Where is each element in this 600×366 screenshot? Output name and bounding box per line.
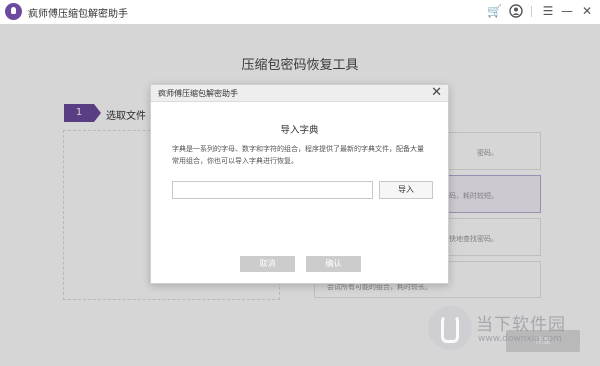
user-icon[interactable] [509, 4, 523, 18]
app-logo-icon [5, 3, 22, 20]
dialog-header: 疯师傅压缩包解密助手 ✕ [151, 85, 448, 102]
dialog-title: 疯师傅压缩包解密助手 [158, 89, 238, 98]
watermark-text: 当下软件园 [476, 315, 566, 335]
cancel-button[interactable]: 取消 [240, 256, 295, 272]
title-bar: 疯师傅压缩包解密助手 🛒 ☰ — ✕ [0, 0, 600, 24]
watermark-logo-icon [428, 306, 472, 350]
dialog-close-icon[interactable]: ✕ [431, 85, 442, 101]
app-title: 疯师傅压缩包解密助手 [28, 9, 128, 20]
dialog-heading: 导入字典 [280, 125, 319, 136]
import-dictionary-dialog: 疯师傅压缩包解密助手 ✕ 导入字典 字典是一系列的字母、数字和字符的组合，程序提… [150, 84, 449, 284]
dialog-description: 字典是一系列的字母、数字和字符的组合，程序提供了最新的字典文件，配备大量常用组合… [172, 145, 424, 165]
watermark: 当下软件园 www.downxia.com [428, 306, 598, 362]
import-button[interactable]: 导入 [379, 181, 433, 199]
menu-icon[interactable]: ☰ [541, 4, 555, 18]
watermark-url: www.downxia.com [478, 334, 562, 344]
close-icon[interactable]: ✕ [580, 4, 594, 18]
confirm-button[interactable]: 确认 [306, 256, 361, 272]
titlebar-divider [531, 6, 532, 17]
dictionary-path-input[interactable] [172, 181, 373, 199]
cart-icon[interactable]: 🛒 [487, 4, 502, 18]
minimize-icon[interactable]: — [560, 4, 574, 18]
